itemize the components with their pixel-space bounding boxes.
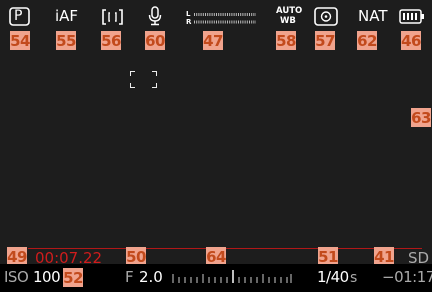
iso-label: ISO bbox=[4, 268, 29, 286]
callout-badge-56: 56 bbox=[101, 31, 121, 50]
white-balance-indicator[interactable]: AUTO WB bbox=[276, 7, 304, 29]
exposure-scale bbox=[172, 266, 292, 288]
audio-meter-bars-icon bbox=[194, 13, 256, 24]
callout-badge-46: 46 bbox=[401, 31, 421, 50]
audio-meter-left-label: L bbox=[186, 10, 191, 18]
camera-live-view-screen: P iAF L R AUTO WB NAT 54 55 56 60 47 58 … bbox=[0, 0, 432, 290]
exposure-scale-ticks-icon bbox=[172, 270, 292, 283]
aperture-value[interactable]: 2.0 bbox=[139, 270, 163, 285]
shutter-speed-value[interactable]: 1/40 bbox=[317, 270, 349, 285]
film-style-label[interactable]: NAT bbox=[358, 9, 387, 24]
battery-icon bbox=[399, 9, 425, 24]
callout-badge-55: 55 bbox=[56, 31, 76, 50]
metering-mode-icon[interactable] bbox=[314, 7, 338, 26]
callout-badge-60: 60 bbox=[145, 31, 165, 50]
white-balance-line1: AUTO bbox=[276, 6, 303, 16]
autofocus-mode-label[interactable]: iAF bbox=[55, 9, 78, 24]
callout-badge-58: 58 bbox=[276, 31, 296, 50]
af-field-marker bbox=[130, 71, 157, 88]
aperture-label: F bbox=[125, 268, 134, 286]
white-balance-line2: WB bbox=[280, 16, 296, 26]
microphone-icon[interactable] bbox=[148, 6, 162, 26]
af-metering-icon[interactable] bbox=[101, 9, 124, 25]
shutter-speed-unit: s bbox=[350, 270, 358, 286]
exposure-mode-icon[interactable]: P bbox=[9, 7, 30, 26]
callout-badge-52: 52 bbox=[63, 268, 83, 287]
exposure-mode-label: P bbox=[14, 8, 23, 24]
callout-badge-47: 47 bbox=[203, 31, 223, 50]
iso-value[interactable]: 100 bbox=[33, 270, 61, 285]
audio-level-meter: L R bbox=[186, 11, 266, 27]
callout-badge-57: 57 bbox=[315, 31, 335, 50]
callout-badge-54: 54 bbox=[10, 31, 30, 50]
audio-meter-right-label: R bbox=[186, 18, 192, 26]
callout-badge-62: 62 bbox=[357, 31, 377, 50]
callout-badge-63: 63 bbox=[411, 108, 431, 127]
remaining-recording-time: −01:17 bbox=[382, 268, 432, 286]
